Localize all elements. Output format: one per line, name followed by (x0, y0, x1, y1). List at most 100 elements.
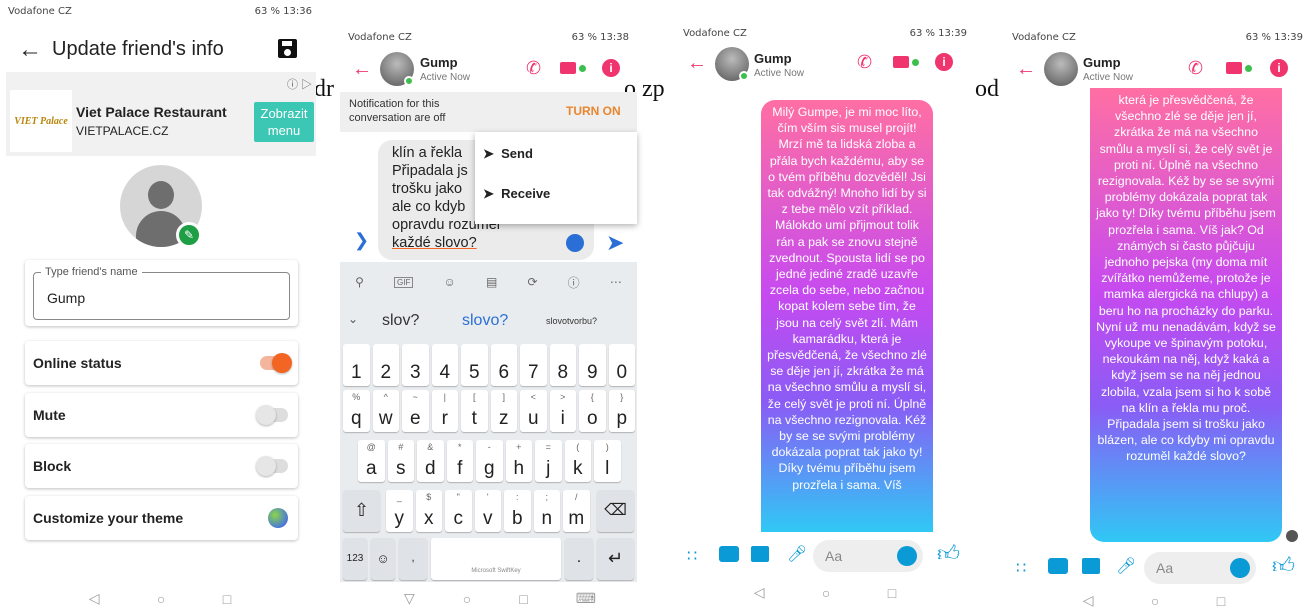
nav-back-icon[interactable]: ◁ (1083, 592, 1094, 609)
nav-home-icon[interactable]: ○ (157, 591, 165, 607)
emoji-key[interactable]: ☺ (371, 538, 395, 580)
nav-keyboard-icon[interactable]: ⌨ (576, 590, 596, 607)
key-6[interactable]: 6 (490, 344, 517, 386)
customize-theme-row[interactable]: Customize your theme (25, 496, 298, 540)
online-status-toggle[interactable] (260, 353, 292, 373)
nav-recents-icon[interactable]: □ (519, 591, 527, 607)
back-arrow-icon[interactable]: ← (18, 36, 42, 64)
key-n[interactable]: ; n (533, 490, 560, 532)
chat-back-icon[interactable]: ← (687, 52, 707, 75)
key-9[interactable]: 9 (579, 344, 606, 386)
backspace-key[interactable]: ⌫ (597, 490, 634, 532)
sticker-icon[interactable]: ☺ (444, 275, 456, 289)
expand-icon[interactable]: ❯ (354, 230, 369, 251)
ad-menu-button[interactable]: Zobrazit menu (254, 102, 314, 142)
key-z[interactable]: ] z (490, 390, 517, 432)
like-icon[interactable]: 👍︎ (1272, 552, 1295, 579)
more-icon[interactable]: ⋯ (610, 275, 622, 289)
period-key[interactable]: . (565, 538, 593, 580)
key-w[interactable]: ^ w (372, 390, 399, 432)
space-key[interactable]: Microsoft SwiftKey (431, 538, 561, 580)
key-s[interactable]: # s (387, 440, 414, 482)
key-4[interactable]: 4 (431, 344, 458, 386)
block-toggle[interactable] (256, 456, 288, 476)
edit-avatar-icon[interactable]: ✎ (176, 222, 202, 248)
key-7[interactable]: 7 (520, 344, 547, 386)
collapse-icon[interactable]: ⌄ (348, 312, 358, 326)
like-icon[interactable]: 👍︎ (937, 540, 960, 567)
key-o[interactable]: {o (579, 390, 606, 432)
emoji-icon[interactable] (566, 234, 584, 252)
mic-icon[interactable]: 🎤︎ (787, 544, 807, 564)
send-icon[interactable]: ➤ (606, 230, 624, 256)
nav-home-icon[interactable]: ○ (1151, 593, 1159, 609)
key-x[interactable]: $ x (415, 490, 442, 532)
block-row[interactable]: Block (25, 444, 298, 488)
key-r[interactable]: | r (431, 390, 458, 432)
key-8[interactable]: 8 (549, 344, 576, 386)
translate-icon[interactable]: ⟳ (527, 275, 537, 289)
key-3[interactable]: 3 (402, 344, 429, 386)
chat-back-icon[interactable]: ← (1016, 58, 1036, 81)
mic-key[interactable]: , (399, 538, 427, 580)
nav-home-icon[interactable]: ○ (463, 591, 471, 607)
chat-avatar[interactable] (1044, 52, 1078, 86)
mute-row[interactable]: Mute (25, 393, 298, 437)
phone-icon[interactable]: ✆ (526, 58, 541, 79)
key-f[interactable]: * f (446, 440, 473, 482)
info-icon[interactable]: i (602, 59, 620, 77)
key-l[interactable]: ) l (594, 440, 621, 482)
menu-send[interactable]: ➤ Send (483, 146, 533, 162)
nav-back-icon[interactable]: ◁ (89, 590, 100, 607)
search-icon[interactable]: ⚲ (355, 275, 364, 289)
message-input[interactable]: Aa (813, 540, 923, 572)
menu-receive[interactable]: ➤ Receive (483, 186, 550, 202)
emoji-icon[interactable] (1230, 558, 1250, 578)
video-icon[interactable] (560, 62, 576, 74)
suggestion-3[interactable]: slovotvorbu? (546, 316, 597, 326)
suggestion-2[interactable]: slovo? (462, 312, 508, 330)
camera-icon[interactable] (1048, 558, 1068, 574)
save-icon[interactable] (278, 39, 297, 58)
enter-key[interactable]: ↵ (597, 538, 634, 580)
apps-icon[interactable]: ∷ (687, 546, 697, 566)
apps-icon[interactable]: ∷ (1016, 558, 1026, 578)
key-d[interactable]: & d (417, 440, 444, 482)
key-p[interactable]: } p (608, 390, 635, 432)
info-icon[interactable]: ⓘ (568, 274, 580, 291)
key-2[interactable]: 2 (372, 344, 399, 386)
key-y[interactable]: _ y (386, 490, 413, 532)
message-bubble[interactable]: Milý Gumpe, je mi moc líto, čím vším sis… (761, 100, 933, 532)
key-g[interactable]: -g (476, 440, 503, 482)
gallery-icon[interactable] (1082, 558, 1100, 574)
gallery-icon[interactable] (751, 546, 769, 562)
info-icon[interactable]: i (1270, 59, 1288, 77)
mic-icon[interactable]: 🎤︎ (1116, 556, 1136, 576)
phone-icon[interactable]: ✆ (857, 52, 872, 73)
online-status-row[interactable]: Online status (25, 341, 298, 385)
key-e[interactable]: ~ e (402, 390, 429, 432)
key-c[interactable]: " c (445, 490, 472, 532)
key-0[interactable]: 0 (608, 344, 635, 386)
nav-back-icon[interactable]: ▽ (404, 590, 415, 607)
key-j[interactable]: = j (535, 440, 562, 482)
key-q[interactable]: % q (343, 390, 370, 432)
phone-icon[interactable]: ✆ (1188, 58, 1203, 79)
key-h[interactable]: + h (505, 440, 532, 482)
key-a[interactable]: @ a (358, 440, 385, 482)
nav-back-icon[interactable]: ◁ (754, 584, 765, 601)
key-v[interactable]: ' v (474, 490, 501, 532)
mute-toggle[interactable] (256, 405, 288, 425)
nav-recents-icon[interactable]: □ (223, 591, 231, 607)
key-k[interactable]: (k (564, 440, 591, 482)
ad-banner[interactable]: ⓘ ▷ VIET Palace Viet Palace Restaurant V… (6, 72, 316, 156)
clipboard-icon[interactable]: ▤ (486, 275, 497, 289)
camera-icon[interactable] (719, 546, 739, 562)
key-t[interactable]: [t (461, 390, 488, 432)
gif-icon[interactable]: GIF (394, 276, 414, 288)
key-1[interactable]: 1 (343, 344, 370, 386)
chat-back-icon[interactable]: ← (352, 58, 372, 81)
message-bubble[interactable]: která je přesvědčená, že všechno zlé se … (1090, 88, 1282, 542)
key-m[interactable]: / m (563, 490, 590, 532)
suggestion-1[interactable]: slov? (382, 312, 419, 330)
